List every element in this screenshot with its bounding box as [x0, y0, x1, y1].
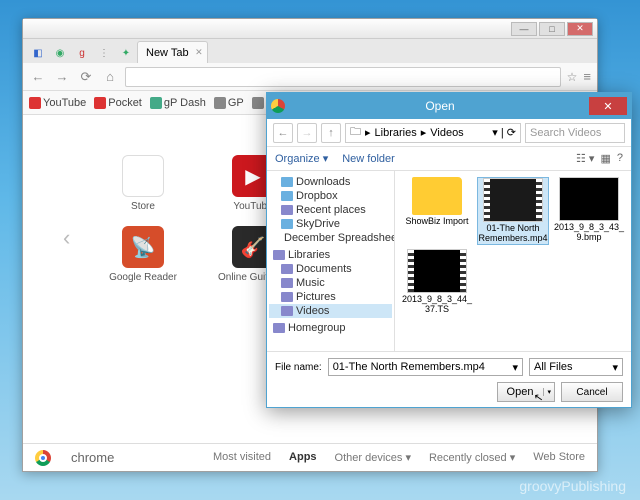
- help-button[interactable]: ?: [617, 152, 623, 165]
- tree-music[interactable]: Music: [269, 276, 392, 290]
- filename-label: File name:: [275, 362, 322, 373]
- folder-icon: [412, 177, 462, 215]
- dialog-titlebar: Open ✕: [267, 93, 631, 119]
- folder-icon: 🗀: [350, 123, 361, 142]
- tree-downloads[interactable]: Downloads: [269, 175, 392, 189]
- reader-icon: 📡: [122, 226, 164, 268]
- nav-tree: Downloads Dropbox Recent places SkyDrive…: [267, 171, 395, 351]
- bookmark-star-icon[interactable]: ☆: [567, 70, 578, 84]
- nav-back-button[interactable]: ←: [273, 123, 293, 143]
- dialog-body: Downloads Dropbox Recent places SkyDrive…: [267, 171, 631, 351]
- tree-homegroup[interactable]: Homegroup: [269, 321, 392, 335]
- dialog-close-button[interactable]: ✕: [589, 97, 627, 115]
- ext-icon[interactable]: ⋮: [93, 43, 115, 63]
- nav-fwd-button[interactable]: →: [297, 123, 317, 143]
- tree-recent[interactable]: Recent places: [269, 203, 392, 217]
- bookmark-item[interactable]: YouTube: [29, 97, 86, 109]
- app-store[interactable]: 🛍Store: [103, 155, 183, 212]
- nav-up-button[interactable]: ↑: [321, 123, 341, 143]
- file-item-folder[interactable]: ShowBiz Import: [401, 177, 473, 245]
- tree-pictures[interactable]: Pictures: [269, 290, 392, 304]
- other-devices-link[interactable]: Other devices ▾: [335, 451, 411, 464]
- tree-skydrive[interactable]: SkyDrive: [269, 217, 392, 231]
- menu-button[interactable]: ≡: [583, 69, 591, 84]
- view-mode-button[interactable]: ☷ ▾: [576, 152, 594, 165]
- image-thumb-icon: [559, 177, 619, 221]
- home-button[interactable]: ⌂: [101, 68, 119, 86]
- tab-strip: ◧ ◉ g ⋮ ✦ New Tab ✕: [23, 39, 597, 63]
- forward-button[interactable]: →: [53, 68, 71, 86]
- filetype-select[interactable]: All Files▾: [529, 358, 623, 376]
- organize-button[interactable]: Organize ▾: [275, 152, 328, 165]
- toolbar: ← → ⟳ ⌂ ☆ ≡: [23, 63, 597, 91]
- ext-icon[interactable]: ◉: [49, 43, 71, 63]
- bottom-bar: chrome Most visited Apps Other devices ▾…: [23, 443, 597, 471]
- open-file-dialog: Open ✕ ← → ↑ 🗀 ▸ Libraries ▸ Videos ▾ | …: [266, 92, 632, 408]
- brand-label: chrome: [71, 450, 114, 465]
- close-button[interactable]: ✕: [567, 22, 593, 36]
- dialog-nav: ← → ↑ 🗀 ▸ Libraries ▸ Videos ▾ | ⟳ Searc…: [267, 119, 631, 147]
- dialog-footer: File name: 01-The North Remembers.mp4▾ A…: [267, 351, 631, 408]
- bookmark-item[interactable]: gP Dash: [150, 97, 206, 109]
- web-store-link[interactable]: Web Store: [533, 451, 585, 464]
- tree-libraries[interactable]: Libraries: [269, 248, 392, 262]
- cursor-icon: ↖: [533, 390, 544, 404]
- search-input[interactable]: Search Videos: [525, 123, 625, 143]
- ext-icon[interactable]: ◧: [27, 43, 49, 63]
- video-thumb-icon: [483, 178, 543, 222]
- dialog-toolbar: Organize ▾ New folder ☷ ▾ ▦ ?: [267, 147, 631, 171]
- prev-arrow[interactable]: ‹: [63, 225, 70, 251]
- reload-button[interactable]: ⟳: [77, 68, 95, 86]
- apps-link[interactable]: Apps: [289, 451, 317, 464]
- tree-dropbox[interactable]: Dropbox: [269, 189, 392, 203]
- minimize-button[interactable]: —: [511, 22, 537, 36]
- cancel-button[interactable]: Cancel: [561, 382, 623, 402]
- back-button[interactable]: ←: [29, 68, 47, 86]
- view-grid-button[interactable]: ▦: [600, 152, 610, 165]
- breadcrumb[interactable]: 🗀 ▸ Libraries ▸ Videos ▾ | ⟳: [345, 123, 521, 143]
- watermark: groovyPublishing: [519, 478, 626, 494]
- address-bar[interactable]: [125, 67, 561, 87]
- chrome-logo-icon: [35, 450, 51, 466]
- chrome-icon: [271, 99, 285, 113]
- filename-input[interactable]: 01-The North Remembers.mp4▾: [328, 358, 523, 376]
- tree-december[interactable]: December Spreadsheets: [269, 231, 392, 245]
- close-icon[interactable]: ✕: [195, 47, 203, 58]
- file-item-ts[interactable]: 2013_9_8_3_44_37.TS: [401, 249, 473, 315]
- ext-icon[interactable]: g: [71, 43, 93, 63]
- tree-videos[interactable]: Videos: [269, 304, 392, 318]
- file-grid: ShowBiz Import 01-The North Remembers.mp…: [395, 171, 631, 351]
- open-button[interactable]: Open↖: [497, 382, 555, 402]
- most-visited-link[interactable]: Most visited: [213, 451, 271, 464]
- browser-tab[interactable]: New Tab ✕: [137, 41, 208, 63]
- bookmark-item[interactable]: GP: [214, 97, 244, 109]
- window-titlebar: — □ ✕: [23, 19, 597, 39]
- new-folder-button[interactable]: New folder: [342, 153, 395, 165]
- tab-title: New Tab: [146, 47, 189, 59]
- ext-icon[interactable]: ✦: [115, 43, 137, 63]
- store-icon: 🛍: [122, 155, 164, 197]
- recently-closed-link[interactable]: Recently closed ▾: [429, 451, 515, 464]
- file-item-selected[interactable]: 01-The North Remembers.mp4: [477, 177, 549, 245]
- file-item-bmp[interactable]: 2013_9_8_3_43_9.bmp: [553, 177, 625, 245]
- bookmark-item[interactable]: Pocket: [94, 97, 142, 109]
- video-thumb-icon: [407, 249, 467, 293]
- dialog-title: Open: [291, 99, 589, 113]
- app-reader[interactable]: 📡Google Reader: [103, 226, 183, 283]
- tree-documents[interactable]: Documents: [269, 262, 392, 276]
- maximize-button[interactable]: □: [539, 22, 565, 36]
